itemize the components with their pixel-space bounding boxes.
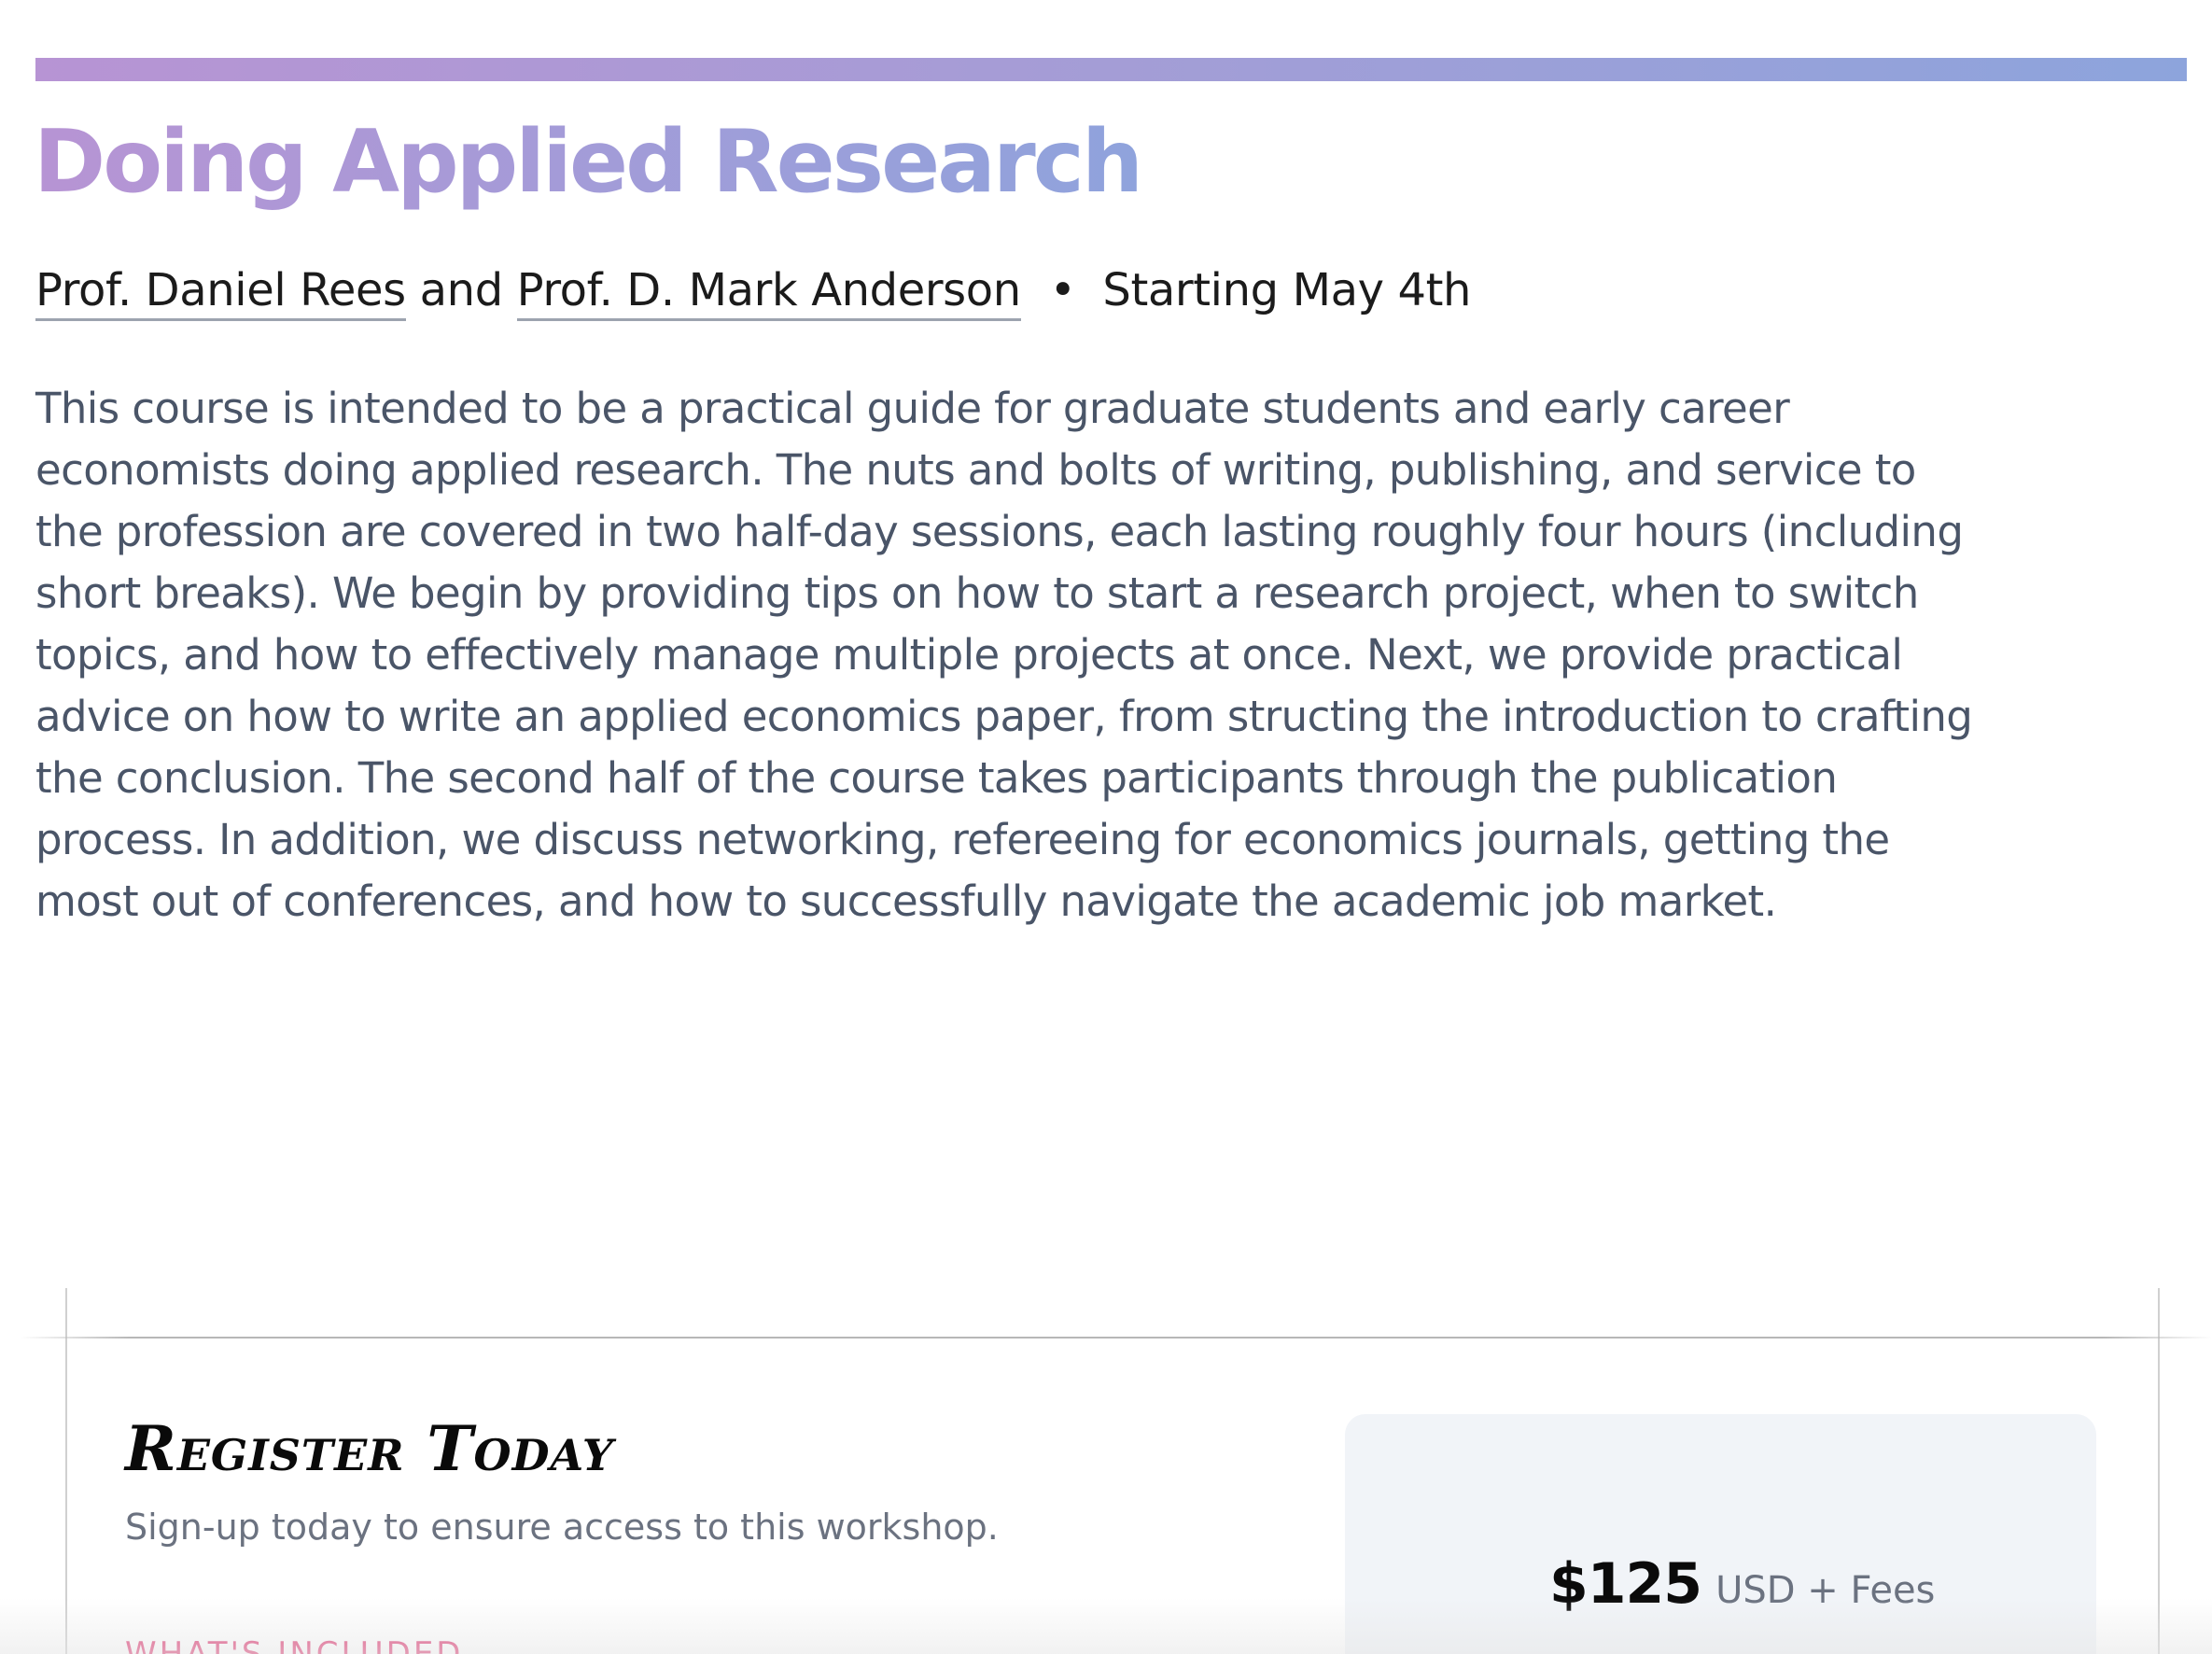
gradient-accent-bar	[35, 58, 2187, 81]
byline-separator: •	[1049, 264, 1076, 316]
card-top-border	[21, 1337, 2212, 1339]
price-amount: $125	[1549, 1551, 1702, 1617]
author-joiner: and	[419, 264, 504, 316]
course-title: Doing Applied Research	[34, 110, 1143, 215]
register-heading: Register Today	[125, 1412, 614, 1485]
author-link-rees[interactable]: Prof. Daniel Rees	[35, 264, 406, 321]
author-link-anderson[interactable]: Prof. D. Mark Anderson	[516, 264, 1021, 321]
price-display: $125 USD + Fees	[1549, 1549, 1935, 1633]
course-byline: Prof. Daniel Rees and Prof. D. Mark Ande…	[35, 259, 1471, 321]
price-currency-note: USD + Fees	[1715, 1569, 1936, 1612]
course-page: Doing Applied Research Prof. Daniel Rees…	[0, 0, 2212, 1654]
register-subtitle: Sign-up today to ensure access to this w…	[125, 1507, 999, 1548]
whats-included-label: WHAT'S INCLUDED	[125, 1635, 464, 1654]
course-start-date: Starting May 4th	[1102, 264, 1472, 316]
course-description: This course is intended to be a practica…	[35, 384, 1973, 926]
